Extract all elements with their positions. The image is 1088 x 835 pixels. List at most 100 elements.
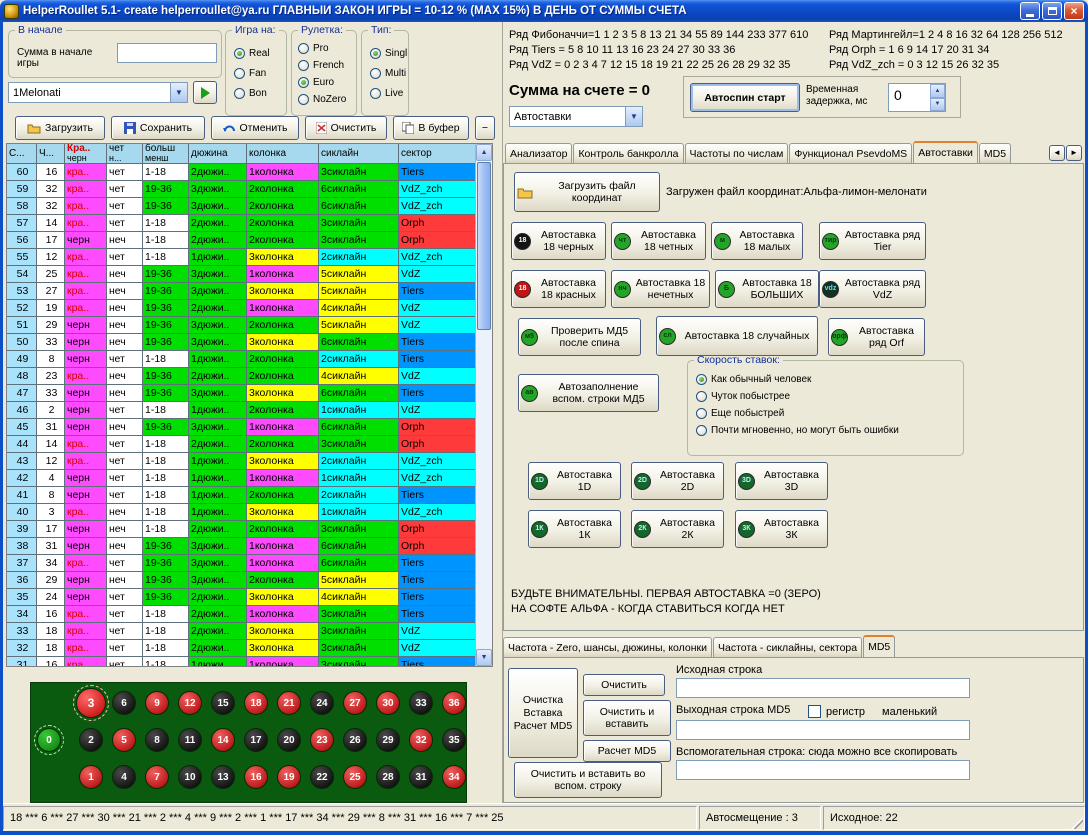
close-button[interactable]: × xyxy=(1064,2,1084,20)
board-number-35[interactable]: 35 xyxy=(442,728,466,752)
board-number-13[interactable]: 13 xyxy=(211,765,235,789)
tab-Функционал PsevdoMS[interactable]: Функционал PsevdoMS xyxy=(789,143,912,163)
board-number-5[interactable]: 5 xyxy=(112,728,136,752)
radio-option-Почти мгновенно, но могут быть ошибки[interactable]: Почти мгновенно, но могут быть ошибки xyxy=(696,425,899,436)
radio-option-Singl[interactable]: Singl xyxy=(370,48,407,59)
radio-option-Pro[interactable]: Pro xyxy=(298,43,329,54)
radio-option-Euro[interactable]: Euro xyxy=(298,77,334,88)
md5-clear-button[interactable]: Очистить xyxy=(583,674,665,696)
tab-Контроль банкролла[interactable]: Контроль банкролла xyxy=(573,143,683,163)
check-md5-after-spin-button[interactable]: м5Проверить МД5 после спина xyxy=(518,318,641,356)
board-number-2[interactable]: 2 xyxy=(79,728,103,752)
bet-2d-button[interactable]: 2DАвтоставка 2D xyxy=(631,462,724,500)
bet-row-orf-button[interactable]: орфАвтоставка ряд Orf xyxy=(828,318,925,356)
chevron-down-icon[interactable]: ▼ xyxy=(170,83,187,102)
chevron-down-icon[interactable]: ▼ xyxy=(625,107,642,126)
tabs-scroll-left-button[interactable]: ◄ xyxy=(1049,145,1065,161)
copy-to-buffer-button[interactable]: В буфер xyxy=(393,116,469,140)
board-number-31[interactable]: 31 xyxy=(409,765,433,789)
md5-output-input[interactable] xyxy=(676,720,970,740)
bet-18-random-button[interactable]: слАвтоставка 18 случайных xyxy=(656,316,818,356)
aux-string-input[interactable] xyxy=(676,760,970,780)
board-number-20[interactable]: 20 xyxy=(277,728,301,752)
md5-clear-paste-calc-button[interactable]: Очистка Вставка Расчет MD5 xyxy=(508,668,578,758)
minimize-button[interactable] xyxy=(1020,2,1040,20)
board-number-11[interactable]: 11 xyxy=(178,728,202,752)
board-number-6[interactable]: 6 xyxy=(112,691,136,715)
radio-option-Еще побыстрей[interactable]: Еще побыстрей xyxy=(696,408,784,419)
tab-Анализатор[interactable]: Анализатор xyxy=(505,143,572,163)
delay-spinner[interactable]: 0 ▲ ▼ xyxy=(888,83,946,112)
board-number-26[interactable]: 26 xyxy=(343,728,367,752)
radio-option-Real[interactable]: Real xyxy=(234,48,270,59)
bet-2k-button[interactable]: 2КАвтоставка 2К xyxy=(631,510,724,548)
radio-option-Live[interactable]: Live xyxy=(370,88,403,99)
board-number-33[interactable]: 33 xyxy=(409,691,433,715)
board-number-32[interactable]: 32 xyxy=(409,728,433,752)
bet-1k-button[interactable]: 1КАвтоставка 1К xyxy=(528,510,621,548)
board-number-34[interactable]: 34 xyxy=(442,765,466,789)
board-number-29[interactable]: 29 xyxy=(376,728,400,752)
board-number-7[interactable]: 7 xyxy=(145,765,169,789)
profile-combo[interactable]: 1Melonati ▼ xyxy=(8,82,188,103)
minus-button[interactable]: − xyxy=(475,116,495,140)
board-number-17[interactable]: 17 xyxy=(244,728,268,752)
clear-paste-aux-button[interactable]: Очистить и вставить во вспом. строку xyxy=(514,762,662,798)
scroll-up-button[interactable]: ▲ xyxy=(476,144,492,161)
board-number-28[interactable]: 28 xyxy=(376,765,400,789)
board-number-1[interactable]: 1 xyxy=(79,765,103,789)
board-number-9[interactable]: 9 xyxy=(145,691,169,715)
bet-18-black-button[interactable]: 18Автоставка 18 черных xyxy=(511,222,606,260)
clear-button[interactable]: Очистить xyxy=(305,116,387,140)
board-number-16[interactable]: 16 xyxy=(244,765,268,789)
bet-18-big-button[interactable]: БАвтоставка 18 БОЛЬШИХ xyxy=(715,270,819,308)
board-number-21[interactable]: 21 xyxy=(277,691,301,715)
maximize-button[interactable] xyxy=(1042,2,1062,20)
save-button[interactable]: Сохранить xyxy=(111,116,205,140)
radio-option-French[interactable]: French xyxy=(298,60,344,71)
board-number-12[interactable]: 12 xyxy=(178,691,202,715)
source-string-input[interactable] xyxy=(676,678,970,698)
board-number-18[interactable]: 18 xyxy=(244,691,268,715)
autofill-md5-string-button[interactable]: авАвтозаполнение вспом. строки МД5 xyxy=(518,374,659,412)
freq-tab-Частота - Zero, шансы, дюжины, колонки[interactable]: Частота - Zero, шансы, дюжины, колонки xyxy=(503,637,712,657)
bet-18-odd-button[interactable]: нчАвтоставка 18 нечетных xyxy=(611,270,710,308)
tabs-scroll-right-button[interactable]: ► xyxy=(1066,145,1082,161)
bet-1d-button[interactable]: 1DАвтоставка 1D xyxy=(528,462,621,500)
radio-option-NoZero[interactable]: NoZero xyxy=(298,94,346,105)
load-button[interactable]: Загрузить xyxy=(15,116,105,140)
board-number-25[interactable]: 25 xyxy=(343,765,367,789)
board-number-30[interactable]: 30 xyxy=(376,691,400,715)
register-checkbox[interactable] xyxy=(808,705,821,718)
tab-Автоставки[interactable]: Автоставки xyxy=(913,141,978,163)
md5-calc-button[interactable]: Расчет MD5 xyxy=(583,740,671,762)
bet-row-vdz-button[interactable]: vdzАвтоставка ряд VdZ xyxy=(819,270,926,308)
bet-18-even-button[interactable]: чтАвтоставка 18 четных xyxy=(611,222,706,260)
load-coordinates-button[interactable]: Загрузить файл координат xyxy=(514,172,660,212)
bet-row-tier-button[interactable]: тирАвтоставка ряд Tier xyxy=(819,222,926,260)
board-number-23[interactable]: 23 xyxy=(310,728,334,752)
title-bar[interactable]: HelperRoullet 5.1- create helperroullet@… xyxy=(0,0,1088,22)
board-number-4[interactable]: 4 xyxy=(112,765,136,789)
radio-option-Как обычный человек[interactable]: Как обычный человек xyxy=(696,374,811,385)
board-number-19[interactable]: 19 xyxy=(277,765,301,789)
board-number-10[interactable]: 10 xyxy=(178,765,202,789)
tab-Частоты по числам[interactable]: Частоты по числам xyxy=(685,143,789,163)
scroll-down-button[interactable]: ▼ xyxy=(476,649,492,666)
freq-tab-Частота - сиклайны, сектора[interactable]: Частота - сиклайны, сектора xyxy=(713,637,862,657)
bet-3d-button[interactable]: 3DАвтоставка 3D xyxy=(735,462,828,500)
spinner-down-icon[interactable]: ▼ xyxy=(930,98,945,112)
autobets-combo[interactable]: Автоставки ▼ xyxy=(509,106,643,127)
bet-18-red-button[interactable]: 18Автоставка 18 красных xyxy=(511,270,606,308)
resize-grip[interactable] xyxy=(1071,817,1083,829)
freq-tab-MD5[interactable]: MD5 xyxy=(863,635,895,657)
bet-3k-button[interactable]: 3КАвтоставка 3К xyxy=(735,510,828,548)
tab-MD5[interactable]: MD5 xyxy=(979,143,1011,163)
radio-option-Fan[interactable]: Fan xyxy=(234,68,266,79)
play-button[interactable] xyxy=(193,81,217,104)
board-number-14[interactable]: 14 xyxy=(211,728,235,752)
board-number-24[interactable]: 24 xyxy=(310,691,334,715)
autospin-start-button[interactable]: Автоспин старт xyxy=(690,83,800,112)
board-number-3[interactable]: 3 xyxy=(76,688,106,718)
board-number-8[interactable]: 8 xyxy=(145,728,169,752)
